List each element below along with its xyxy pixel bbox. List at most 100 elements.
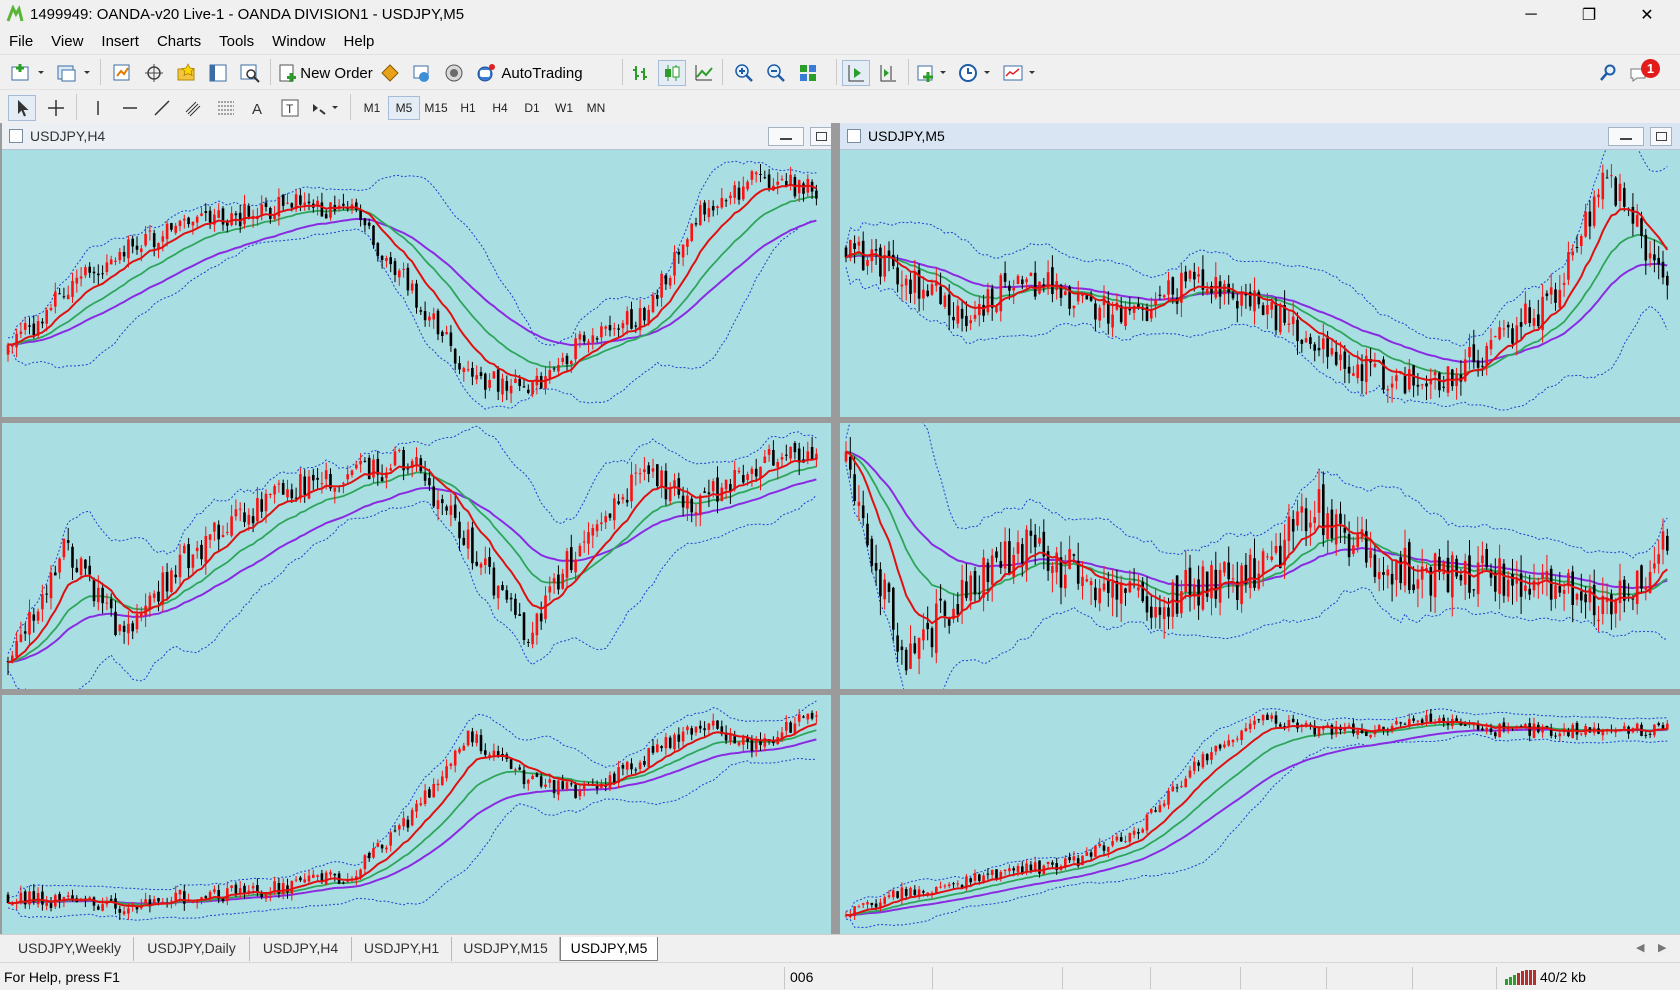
candle-body [187,217,190,225]
candle-body [1399,557,1402,584]
search-button[interactable] [1594,60,1622,86]
notifications-button[interactable]: 1 [1626,59,1660,86]
fibonacci-button[interactable] [212,95,240,121]
candle-body [1317,489,1321,513]
autoscroll-button[interactable] [842,60,870,86]
maximize-button[interactable]: ❐ [1560,0,1618,30]
candle-body [1558,586,1562,593]
menu-file[interactable]: File [0,30,42,54]
arrows-tool-button[interactable] [308,95,344,121]
chart-minimize-button[interactable] [1608,127,1644,146]
chart-maximize-button[interactable] [1650,127,1672,146]
chart-pane-2[interactable]: USDJPY,M5 [840,123,1680,417]
periods-button[interactable] [956,60,996,86]
line-chart-button[interactable] [690,60,718,86]
timeframe-m15-button[interactable]: M15 [420,96,452,120]
candle-body [1188,770,1192,778]
candle-body [699,725,702,729]
chart-pane-5[interactable] [2,695,831,934]
chart-pane-1[interactable]: USDJPY,H4 [2,123,831,417]
menu-insert[interactable]: Insert [92,30,148,54]
timeframe-w1-button[interactable]: W1 [548,96,580,120]
tabs-scroll-left-icon[interactable]: ◀ [1636,941,1644,954]
vertical-line-button[interactable] [84,95,112,121]
chart-maximize-button[interactable] [810,127,831,146]
navigator-button[interactable] [172,60,200,86]
tab-usdjpy-h1[interactable]: USDJPY,H1 [352,937,452,961]
menu-bar: File View Insert Charts Tools Window Hel… [0,30,1680,54]
profiles-button[interactable] [54,60,94,86]
text-label-button[interactable]: T [276,95,304,121]
candle-body [307,201,311,204]
tile-windows-button[interactable] [794,60,822,86]
chart-pane-4[interactable] [840,423,1680,689]
tab-usdjpy-m15[interactable]: USDJPY,M15 [452,937,560,961]
timeframe-m1-button[interactable]: M1 [356,96,388,120]
metaeditor-button[interactable] [376,60,404,86]
minimize-button[interactable]: ─ [1502,0,1560,30]
candle-body [780,179,784,181]
close-button[interactable]: ✕ [1618,0,1676,30]
tab-usdjpy-h4[interactable]: USDJPY,H4 [250,937,352,961]
menu-view[interactable]: View [42,30,92,54]
candle-body [1562,282,1566,285]
new-order-button[interactable]: New Order [276,60,374,86]
menu-window[interactable]: Window [263,30,334,54]
candle-body [1528,723,1531,736]
candle-body [75,277,79,284]
templates-button[interactable] [1000,60,1040,86]
menu-tools[interactable]: Tools [210,30,263,54]
tab-usdjpy-daily[interactable]: USDJPY,Daily [134,937,250,961]
timeframe-m5-button[interactable]: M5 [388,96,420,120]
candle-body [1416,720,1420,722]
candle-body [79,558,83,575]
signals-button[interactable] [408,60,436,86]
candle-body [453,348,457,364]
trendline-button[interactable] [148,95,176,121]
tab-usdjpy-m5[interactable]: USDJPY,M5 [560,937,658,961]
chart-minimize-button[interactable] [768,127,804,146]
candlestick-chart-button[interactable] [658,60,686,86]
candle-body [428,478,431,486]
candle-body [643,761,646,765]
chart-title-bar-active: USDJPY,M5 [840,123,1680,150]
candle-body [1033,272,1037,297]
autotrading-button[interactable]: AutoTrading [472,60,586,86]
chart-pane-3[interactable] [2,423,831,689]
market-button[interactable] [440,60,468,86]
equidistant-channel-button[interactable] [180,95,208,121]
bar-chart-button[interactable] [626,60,654,86]
candle-body [122,625,126,632]
timeframe-d1-button[interactable]: D1 [516,96,548,120]
candle-body [930,284,934,295]
terminal-button[interactable] [204,60,232,86]
zoom-out-button[interactable] [762,60,790,86]
market-watch-button[interactable] [108,60,136,86]
candle-body [269,494,272,495]
chart-pane-6[interactable] [840,695,1680,934]
candle-body [105,262,109,272]
cursor-tool-button[interactable] [8,95,36,121]
text-tool-button[interactable]: A [244,95,272,121]
candle-body [613,773,616,783]
candle-body [1580,591,1583,601]
crosshair-tool-button[interactable] [42,95,70,121]
timeframe-h4-button[interactable]: H4 [484,96,516,120]
menu-help[interactable]: Help [335,30,384,54]
timeframe-mn-button[interactable]: MN [580,96,612,120]
new-chart-button[interactable] [8,60,48,86]
candle-body [1657,554,1660,564]
candle-body [1528,588,1531,595]
zoom-in-button[interactable] [730,60,758,86]
indicators-button[interactable] [914,60,952,86]
tabs-scroll-right-icon[interactable]: ▶ [1658,941,1666,954]
data-window-button[interactable] [140,60,168,86]
strategy-tester-button[interactable] [236,60,264,86]
horizontal-line-button[interactable] [116,95,144,121]
chart-shift-button[interactable] [874,60,902,86]
menu-charts[interactable]: Charts [148,30,210,54]
candle-body [359,460,362,465]
tab-usdjpy-weekly[interactable]: USDJPY,Weekly [6,937,134,961]
candle-body [952,316,955,321]
timeframe-h1-button[interactable]: H1 [452,96,484,120]
